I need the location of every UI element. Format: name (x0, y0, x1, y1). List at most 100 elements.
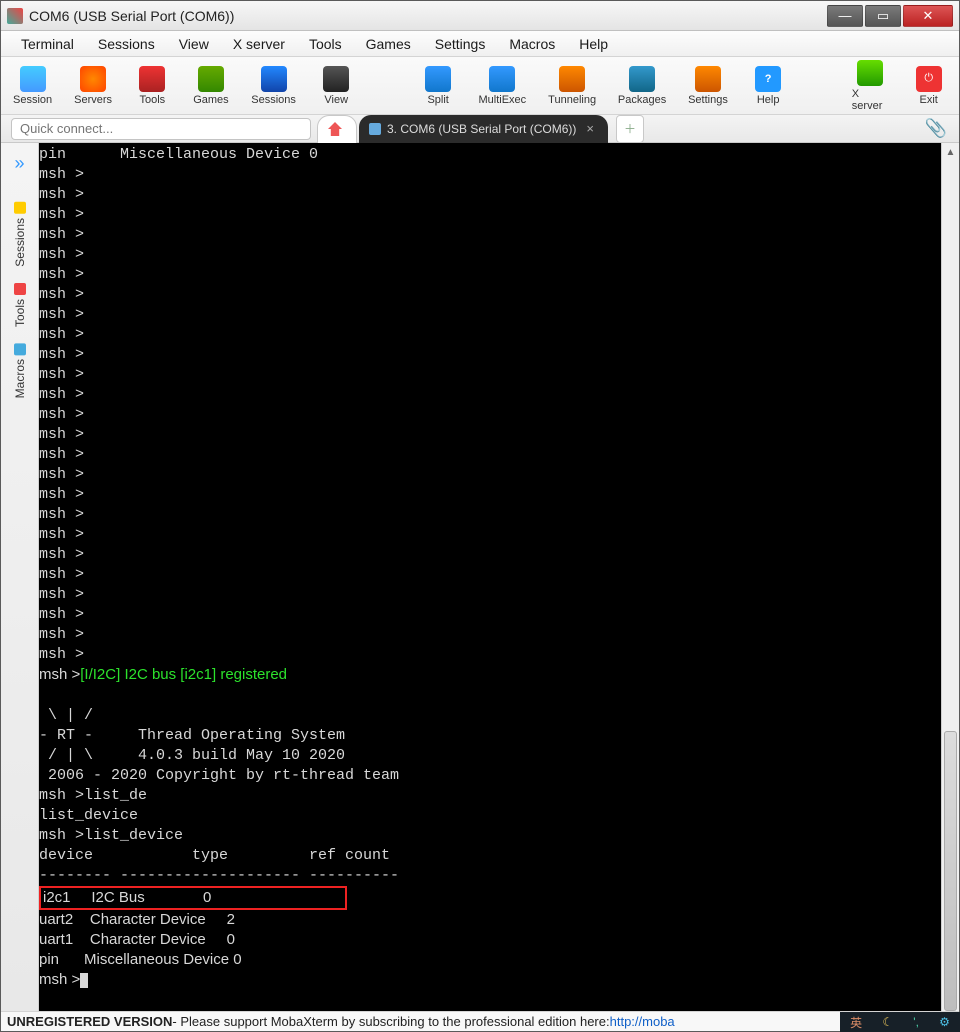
menu-help[interactable]: Help (569, 34, 618, 54)
menu-bar: Terminal Sessions View X server Tools Ga… (1, 31, 959, 57)
star-icon (14, 202, 26, 214)
term-cmd: msh >list_device (39, 826, 941, 846)
scroll-up-icon[interactable]: ▲ (942, 143, 959, 161)
tb-packages[interactable]: Packages (618, 66, 666, 106)
tb-label: Split (427, 94, 448, 106)
tb-sessions[interactable]: Sessions (251, 66, 296, 106)
menu-tools[interactable]: Tools (299, 34, 352, 54)
games-icon (198, 66, 224, 92)
term-prompt-cursor: msh > (39, 970, 941, 991)
tb-help[interactable]: ? Help (750, 66, 787, 106)
menu-sessions[interactable]: Sessions (88, 34, 165, 54)
xserver-icon (857, 60, 883, 86)
cursor (80, 973, 88, 988)
window-controls: — ▭ ✕ (825, 5, 953, 27)
body: » Sessions Tools Macros pin Miscellaneou… (1, 143, 959, 1013)
tools-icon (14, 283, 26, 295)
tb-tunneling[interactable]: Tunneling (548, 66, 596, 106)
tab-close-icon[interactable]: × (586, 121, 594, 136)
table-row: uart1 Character Device 0 (39, 930, 941, 950)
sidetab-label: Sessions (13, 218, 27, 267)
view-icon (323, 66, 349, 92)
tabs-row: 3. COM6 (USB Serial Port (COM6)) × ＋ 📎 (1, 115, 959, 143)
ime-tray: 英 ☾ ', ⚙ (840, 1012, 960, 1032)
home-icon (328, 122, 342, 136)
tab-label: 3. COM6 (USB Serial Port (COM6)) (387, 122, 576, 136)
term-banner: / | \ 4.0.3 build May 10 2020 (39, 746, 941, 766)
term-line: pin Miscellaneous Device 0 (39, 145, 941, 165)
sidetab-sessions[interactable]: Sessions (13, 194, 27, 275)
attach-icon[interactable]: 📎 (925, 118, 947, 139)
term-cmd: msh >list_de (39, 786, 941, 806)
terminal[interactable]: pin Miscellaneous Device 0 msh > msh > m… (39, 143, 941, 1013)
tb-label: Tunneling (548, 94, 596, 106)
tab-home[interactable] (317, 115, 357, 143)
tb-label: MultiExec (478, 94, 526, 106)
settings-icon (695, 66, 721, 92)
quick-connect-input[interactable] (11, 118, 311, 140)
tb-label: Games (193, 94, 228, 106)
session-icon (20, 66, 46, 92)
tb-tools[interactable]: Tools (134, 66, 171, 106)
menu-settings[interactable]: Settings (425, 34, 496, 54)
tb-xserver[interactable]: X server (852, 60, 889, 112)
app-window: COM6 (USB Serial Port (COM6)) — ▭ ✕ Term… (0, 0, 960, 1032)
term-banner: 2006 - 2020 Copyright by rt-thread team (39, 766, 941, 786)
collapse-icon[interactable]: » (14, 153, 24, 174)
tb-label: Servers (74, 94, 112, 106)
toolbar: Session Servers Tools Games Sessions Vie… (1, 57, 959, 115)
tb-split[interactable]: Split (420, 66, 457, 106)
serial-icon (369, 123, 381, 135)
ime-lang[interactable]: 英 (850, 1014, 862, 1031)
menu-view[interactable]: View (169, 34, 219, 54)
title-bar: COM6 (USB Serial Port (COM6)) — ▭ ✕ (1, 1, 959, 31)
sidetab-macros[interactable]: Macros (13, 335, 27, 406)
window-title: COM6 (USB Serial Port (COM6)) (29, 8, 825, 24)
app-icon (7, 8, 23, 24)
gear-icon[interactable]: ⚙ (939, 1015, 950, 1029)
sidetab-label: Tools (13, 299, 27, 327)
status-bar: UNREGISTERED VERSION - Please support Mo… (1, 1011, 959, 1031)
table-row: uart2 Character Device 2 (39, 910, 941, 930)
exit-icon: ⏻ (916, 66, 942, 92)
tab-add[interactable]: ＋ (616, 115, 644, 143)
moon-icon[interactable]: ☾ (882, 1015, 893, 1029)
close-button[interactable]: ✕ (903, 5, 953, 27)
tb-multiexec[interactable]: MultiExec (478, 66, 526, 106)
menu-terminal[interactable]: Terminal (11, 34, 84, 54)
menu-games[interactable]: Games (356, 34, 421, 54)
term-table-sep: -------- -------------------- ---------- (39, 866, 941, 886)
scrollbar[interactable]: ▲ ▼ (941, 143, 959, 1013)
menu-xserver[interactable]: X server (223, 34, 295, 54)
macros-icon (14, 343, 26, 355)
tb-servers[interactable]: Servers (74, 66, 112, 106)
sidetab-tools[interactable]: Tools (13, 275, 27, 335)
split-icon (425, 66, 451, 92)
tb-label: Exit (920, 94, 938, 106)
table-row: i2c1 I2C Bus 0 (39, 886, 347, 910)
tab-com6[interactable]: 3. COM6 (USB Serial Port (COM6)) × (359, 115, 608, 143)
unreg-label: UNREGISTERED VERSION (7, 1014, 172, 1029)
term-completion: list_device (39, 806, 941, 826)
tb-label: Sessions (251, 94, 296, 106)
footer-link[interactable]: http://moba (610, 1014, 675, 1029)
tb-exit[interactable]: ⏻ Exit (910, 66, 947, 106)
tb-session[interactable]: Session (13, 66, 52, 106)
tb-settings[interactable]: Settings (688, 66, 728, 106)
menu-macros[interactable]: Macros (499, 34, 565, 54)
tools-icon (139, 66, 165, 92)
term-table-header: device type ref count (39, 846, 941, 866)
minimize-button[interactable]: — (827, 5, 863, 27)
term-banner: \ | / (39, 706, 941, 726)
maximize-button[interactable]: ▭ (865, 5, 901, 27)
tb-label: Help (757, 94, 780, 106)
tb-games[interactable]: Games (193, 66, 230, 106)
tb-label: Settings (688, 94, 728, 106)
scroll-thumb[interactable] (944, 731, 957, 1011)
table-row: pin Miscellaneous Device 0 (39, 950, 941, 970)
help-icon: ? (755, 66, 781, 92)
scroll-track[interactable] (942, 161, 959, 995)
term-prompts: msh > msh > msh > msh > msh > msh > msh … (39, 165, 941, 665)
tb-view[interactable]: View (318, 66, 355, 106)
comma-icon[interactable]: ', (913, 1015, 919, 1029)
